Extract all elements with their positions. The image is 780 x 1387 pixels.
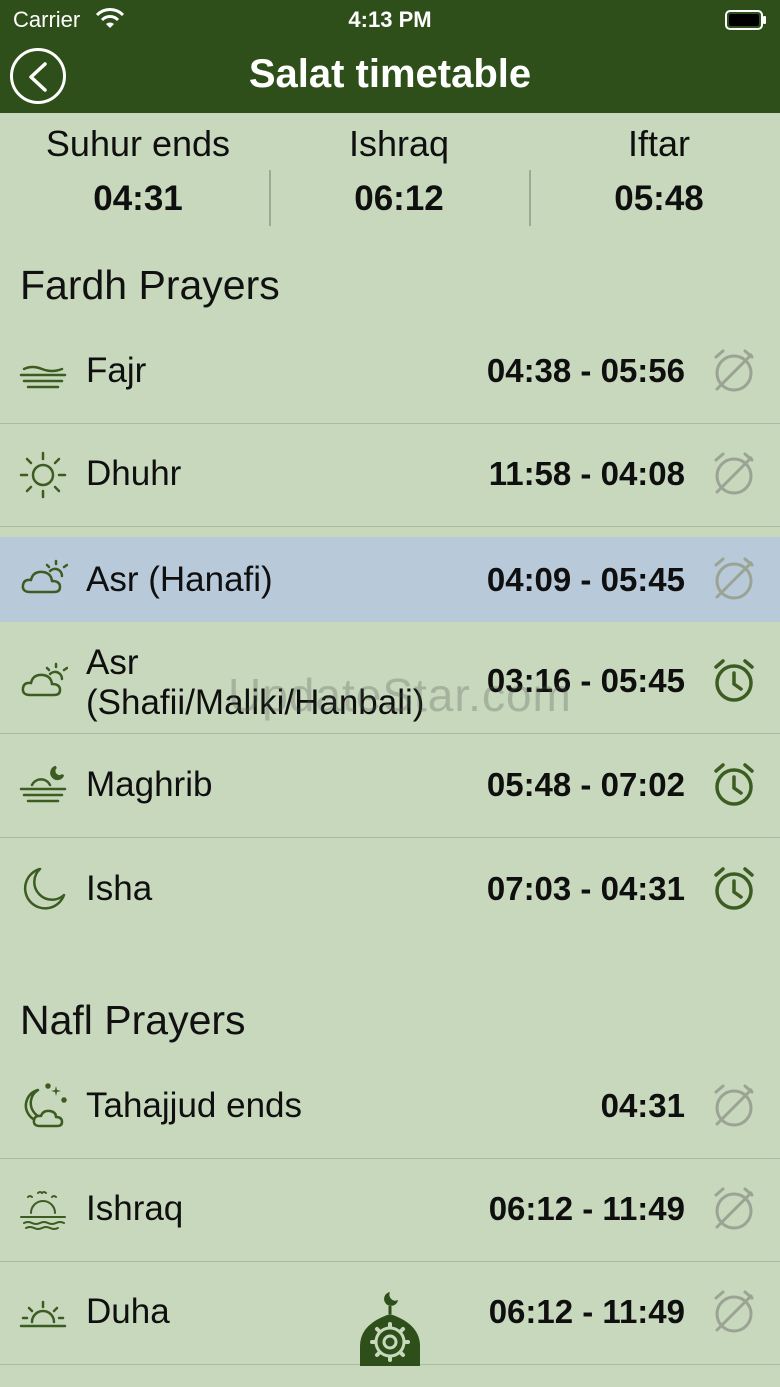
summary-value: 05:48 [614, 179, 704, 218]
summary-label: Suhur ends [45, 123, 231, 164]
mosque-settings-button[interactable] [356, 1290, 424, 1370]
nafl-section-title: Nafl Prayers [20, 997, 246, 1043]
alarm-off-icon[interactable] [708, 553, 760, 605]
page-title: Salat timetable [248, 52, 532, 96]
prayer-time: 06:12 - 11:49 [488, 1293, 685, 1330]
prayer-row-asr-hanafi[interactable]: Asr (Hanafi) 04:09 - 05:45 [0, 537, 780, 622]
prayer-row-isha[interactable]: Isha 07:03 - 04:31 [0, 839, 780, 942]
nav-bar: Salat timetable [0, 38, 780, 113]
fardh-section-title: Fardh Prayers [20, 262, 280, 308]
summary-value: 06:12 [354, 179, 444, 218]
alarm-off-icon[interactable] [708, 1183, 760, 1235]
prayer-time: 04:31 [600, 1087, 685, 1124]
prayer-row-fajr[interactable]: Fajr 04:38 - 05:56 [0, 321, 780, 424]
mosque-gear-icon [360, 1292, 420, 1366]
alarm-on-icon[interactable] [708, 655, 760, 707]
summary-iftar: Iftar 05:48 [529, 113, 780, 233]
summary-value: 04:31 [93, 179, 183, 218]
sunrise-birds-icon [18, 1185, 68, 1235]
prayer-name: Asr (Hanafi) [86, 560, 273, 599]
prayer-name: Fajr [86, 351, 147, 390]
moon-cloud-stars-icon [18, 1082, 68, 1132]
prayer-name: Duha [86, 1292, 170, 1331]
alarm-off-icon[interactable] [708, 1286, 760, 1338]
alarm-on-icon[interactable] [708, 863, 760, 915]
prayer-row-tahajjud[interactable]: Tahajjud ends 04:31 [0, 1056, 780, 1159]
status-bar: Carrier 4:13 PM [0, 0, 780, 38]
prayer-time: 04:38 - 05:56 [486, 352, 685, 389]
alarm-off-icon[interactable] [708, 345, 760, 397]
watermark: UpdateStar.com [228, 669, 572, 721]
cloud-sun-icon [18, 554, 69, 604]
summary-label: Iftar [627, 123, 690, 164]
status-time: 4:13 PM [348, 7, 432, 32]
summary-ishraq: Ishraq 06:12 [269, 113, 529, 233]
alarm-on-icon[interactable] [708, 759, 760, 811]
prayer-name: Maghrib [86, 765, 213, 804]
prayer-name: Tahajjud ends [86, 1086, 302, 1125]
prayer-time: 06:12 - 11:49 [488, 1190, 685, 1227]
prayer-name: Dhuhr [86, 454, 182, 493]
prayer-time: 05:48 - 07:02 [486, 766, 685, 803]
fajr-horizon-icon [18, 347, 68, 397]
prayer-time: 04:09 - 05:45 [486, 561, 685, 598]
crescent-moon-icon [18, 865, 68, 915]
prayer-row-dhuhr[interactable]: Dhuhr 11:58 - 04:08 [0, 424, 780, 527]
sun-icon [18, 450, 68, 500]
battery-icon [725, 10, 767, 30]
row-divider [0, 837, 780, 838]
alarm-off-icon[interactable] [708, 448, 760, 500]
sunrise-icon [18, 1288, 68, 1338]
prayer-row-maghrib[interactable]: Maghrib 05:48 - 07:02 [0, 735, 780, 838]
prayer-time: 11:58 - 04:08 [488, 455, 685, 492]
prayer-name: Isha [86, 869, 153, 908]
row-divider [0, 526, 780, 527]
summary-suhur: Suhur ends 04:31 [8, 113, 268, 233]
prayer-name: Ishraq [86, 1189, 184, 1228]
summary-label: Ishraq [348, 123, 450, 164]
row-divider [0, 733, 780, 734]
prayer-time: 07:03 - 04:31 [486, 870, 685, 907]
sunset-moon-icon [18, 761, 68, 811]
fasting-summary: Suhur ends 04:31 Ishraq 06:12 Iftar 05:4… [0, 113, 780, 233]
alarm-off-icon[interactable] [708, 1080, 760, 1132]
cloud-sun-icon [18, 657, 69, 707]
prayer-row-ishraq[interactable]: Ishraq 06:12 - 11:49 [0, 1159, 780, 1262]
